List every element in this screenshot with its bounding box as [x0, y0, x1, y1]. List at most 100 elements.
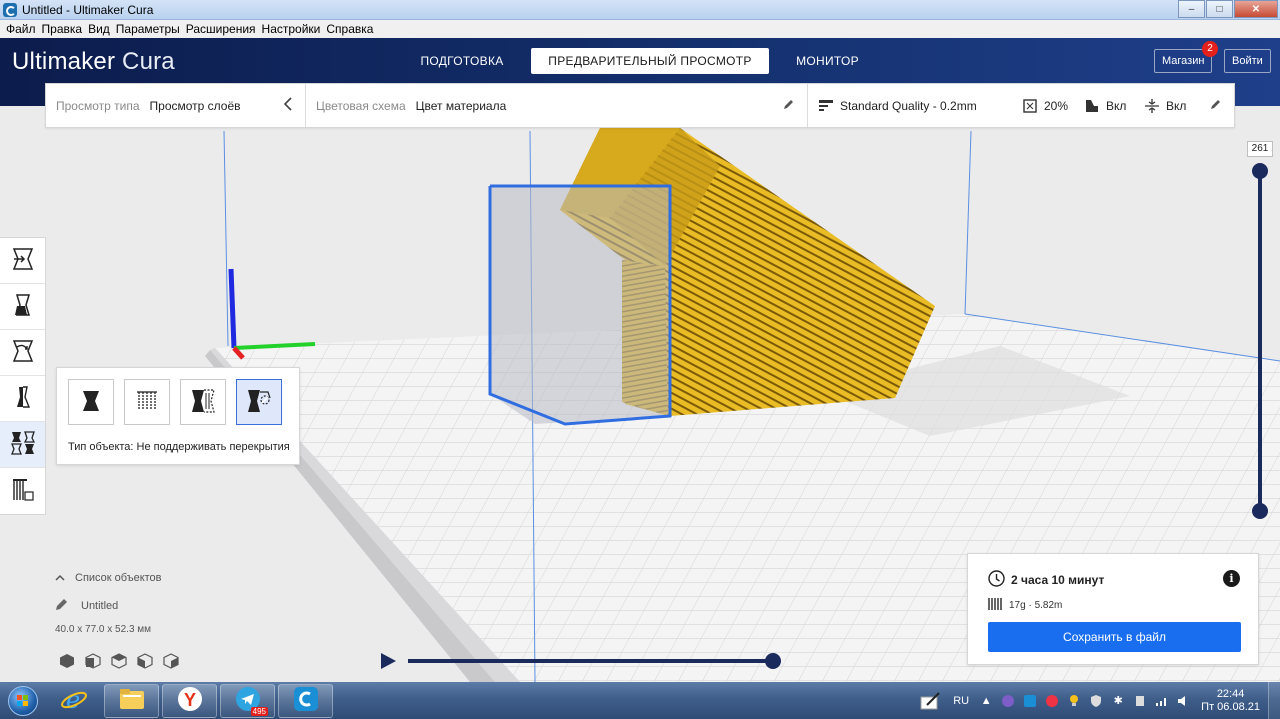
brand-primary: Ultimaker [12, 48, 116, 75]
pencil-icon [55, 597, 69, 614]
per-model-settings-tool-button[interactable] [0, 422, 45, 468]
3d-view-icon[interactable] [59, 653, 75, 672]
layer-slider-top-handle[interactable] [1252, 163, 1268, 179]
menu-help[interactable]: Справка [323, 22, 376, 36]
material-usage-row: 17g · 5.82m [988, 597, 1062, 614]
yandex-browser-taskbar-button[interactable]: Y [162, 683, 217, 718]
pencil-icon [1210, 98, 1222, 113]
save-to-file-button[interactable]: Сохранить в файл [988, 622, 1241, 652]
adhesion-icon [1144, 98, 1160, 114]
volume-icon[interactable] [1176, 693, 1192, 709]
rotate-icon [11, 339, 35, 366]
object-name-row[interactable]: Untitled [55, 597, 295, 614]
object-list-toggle[interactable]: Список объектов [55, 572, 295, 584]
modify-overlaps-button[interactable] [180, 379, 226, 425]
mirror-icon [11, 385, 35, 412]
right-view-icon[interactable] [163, 653, 179, 672]
mirror-tool-button[interactable] [0, 376, 45, 422]
spool-icon [988, 597, 1002, 614]
support-blocker-tool-button[interactable] [0, 468, 45, 514]
svg-text:Y: Y [184, 690, 196, 710]
lightbulb-icon[interactable] [1066, 693, 1082, 709]
pen-input-icon[interactable] [918, 691, 944, 709]
chevron-up-icon[interactable]: ▲ [978, 693, 994, 709]
telegram-taskbar-button[interactable]: 495 [220, 683, 275, 718]
show-desktop-button[interactable] [1268, 682, 1280, 719]
left-view-icon[interactable] [137, 653, 153, 672]
support-blocker-icon [11, 478, 35, 505]
layer-slider-bottom-handle[interactable] [1252, 503, 1268, 519]
menu-extensions[interactable]: Расширения [183, 22, 259, 36]
front-view-icon[interactable] [85, 653, 101, 672]
simulation-slider-handle[interactable] [765, 653, 781, 669]
marketplace-badge: 2 [1202, 41, 1218, 57]
info-icon[interactable]: i [1223, 570, 1240, 587]
viber-icon[interactable] [1000, 693, 1016, 709]
view-settings-bar: Просмотр типа Просмотр слоёв Цветовая сх… [45, 83, 1235, 128]
color-scheme-selector[interactable]: Цветовая схема Цвет материала [306, 84, 808, 127]
system-clock[interactable]: 22:44 Пт 06.08.21 [1201, 688, 1260, 714]
color-scheme-label: Цветовая схема [316, 98, 406, 113]
telegram-unread-badge: 495 [250, 706, 268, 716]
minimize-button[interactable]: – [1178, 0, 1205, 18]
language-indicator[interactable]: RU [950, 693, 972, 709]
internet-explorer-icon: e [60, 685, 88, 716]
support-icon [1084, 98, 1100, 114]
usb-icon[interactable] [1132, 693, 1148, 709]
folder-icon [118, 687, 146, 714]
window-title: Untitled - Ultimaker Cura [22, 2, 154, 17]
print-settings-selector[interactable]: Standard Quality - 0.2mm 20% Вкл Вкл [808, 84, 1234, 127]
tab-prepare[interactable]: ПОДГОТОВКА [406, 48, 518, 74]
cura-tray-icon[interactable] [1022, 693, 1038, 709]
windows-logo-icon [8, 685, 38, 716]
signal-icon[interactable] [1154, 693, 1170, 709]
shield-icon[interactable] [1088, 693, 1104, 709]
normal-model-button[interactable] [68, 379, 114, 425]
print-as-support-icon [135, 389, 159, 416]
chevron-up-icon [55, 572, 65, 584]
layer-max-value: 261 [1247, 141, 1273, 157]
tab-monitor[interactable]: МОНИТОР [780, 48, 875, 74]
window-controls: – □ ✕ [1177, 0, 1278, 18]
cura-taskbar-button[interactable] [278, 683, 333, 718]
menu-settings[interactable]: Параметры [113, 22, 183, 36]
print-time: 2 часа 10 минут [1011, 573, 1105, 587]
top-view-icon[interactable] [111, 653, 127, 672]
menu-view[interactable]: Вид [85, 22, 113, 36]
scale-tool-button[interactable] [0, 284, 45, 330]
rotate-tool-button[interactable] [0, 330, 45, 376]
menu-preferences[interactable]: Настройки [259, 22, 324, 36]
dont-support-overlaps-button[interactable] [236, 379, 282, 425]
file-explorer-taskbar-button[interactable] [104, 683, 159, 718]
tab-preview[interactable]: ПРЕДВАРИТЕЛЬНЫЙ ПРОСМОТР [531, 48, 769, 74]
move-tool-button[interactable] [0, 238, 45, 284]
internet-explorer-taskbar-button[interactable]: e [46, 684, 101, 718]
bluetooth-icon[interactable]: ✱ [1110, 693, 1126, 709]
view-type-selector[interactable]: Просмотр типа Просмотр слоёв [46, 84, 306, 127]
clock-icon [988, 570, 1005, 590]
print-info-panel: 2 часа 10 минут i 17g · 5.82m Сохранить … [967, 553, 1259, 665]
print-as-support-button[interactable] [124, 379, 170, 425]
normal-model-icon [79, 389, 103, 416]
camera-view-buttons [59, 653, 295, 672]
clock-date: Пт 06.08.21 [1201, 700, 1260, 713]
start-button[interactable] [3, 683, 43, 719]
maximize-button[interactable]: □ [1206, 0, 1233, 18]
menu-edit[interactable]: Правка [39, 22, 86, 36]
signin-button[interactable]: Войти [1224, 49, 1271, 73]
menu-file[interactable]: Файл [3, 22, 39, 36]
play-simulation-button[interactable] [376, 649, 400, 673]
mesh-type-label: Тип объекта: Не поддерживать перекрытия [68, 441, 290, 453]
infill-icon [1022, 98, 1038, 114]
windows-taskbar: e Y 495 RU ▲ ✱ 22:44 Пт 06.08.21 [0, 682, 1280, 719]
move-icon [11, 247, 35, 274]
tool-sidebar [0, 237, 46, 515]
support-value: Вкл [1106, 98, 1127, 113]
yandex-browser-icon: Y [177, 686, 203, 715]
close-button[interactable]: ✕ [1234, 0, 1278, 18]
antivirus-icon[interactable] [1044, 693, 1060, 709]
per-model-settings-icon [10, 430, 36, 459]
scale-icon [11, 293, 35, 320]
material-usage: 17g · 5.82m [1009, 600, 1063, 611]
menu-bar: Файл Правка Вид Параметры Расширения Нас… [0, 20, 1280, 38]
